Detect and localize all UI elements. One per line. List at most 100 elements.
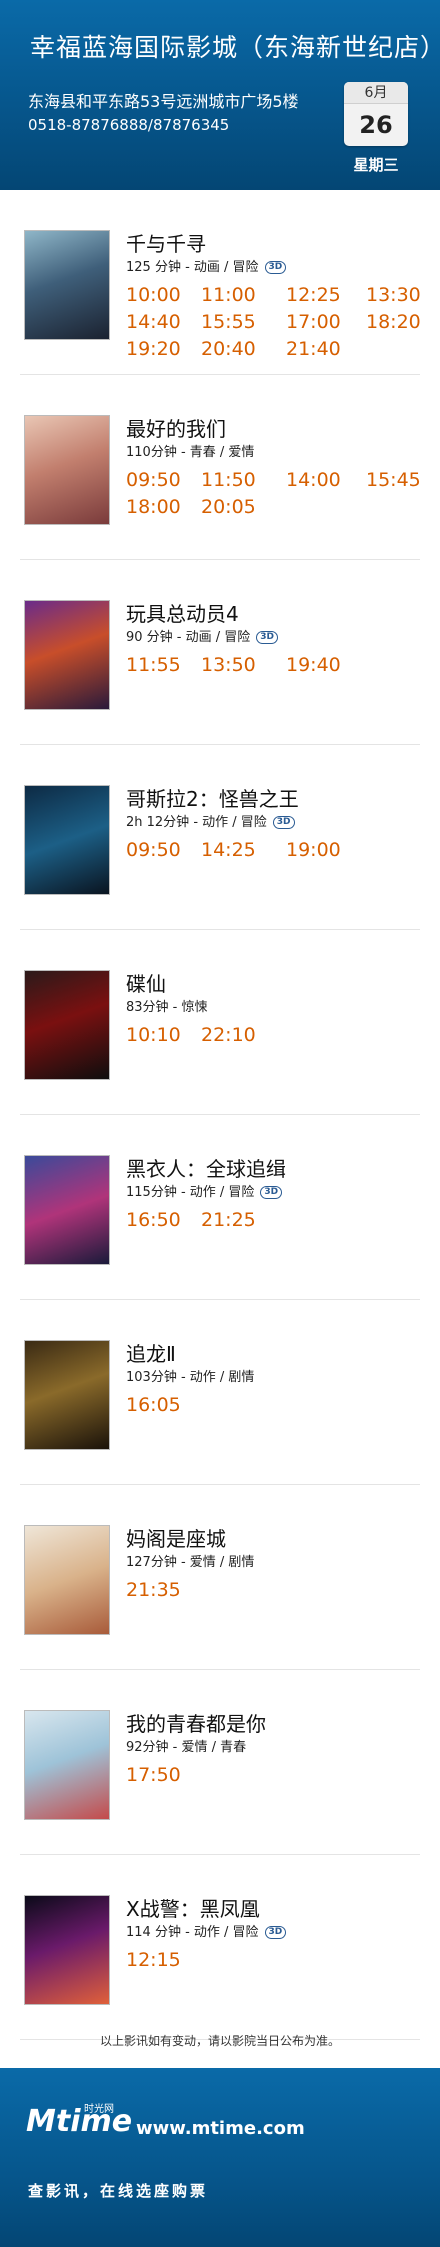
showtime[interactable]: 16:50: [126, 1209, 181, 1231]
format-3d-badge: 3D: [264, 261, 287, 274]
showtime[interactable]: 20:05: [201, 496, 256, 518]
showtime[interactable]: 22:10: [201, 1024, 256, 1046]
showtime[interactable]: 10:10: [126, 1024, 181, 1046]
format-3d-badge: 3D: [264, 1926, 287, 1939]
movie-item[interactable]: 追龙Ⅱ 103分钟 - 动作 / 剧情 16:05: [0, 1300, 440, 1485]
movie-meta: 92分钟 - 爱情 / 青春: [126, 1736, 246, 1755]
cinema-name: 幸福蓝海国际影城（东海新世纪店）: [30, 33, 440, 62]
showtime[interactable]: 14:00: [286, 469, 341, 491]
movie-meta: 127分钟 - 爱情 / 剧情: [126, 1551, 254, 1570]
logo-subtitle: 时光网: [84, 2104, 114, 2115]
movie-poster[interactable]: [24, 1895, 110, 2005]
showtime[interactable]: 09:50: [126, 469, 181, 491]
showtime[interactable]: 12:25: [286, 284, 341, 306]
movie-meta-text: 127分钟 - 爱情 / 剧情: [126, 1555, 255, 1570]
movie-meta-text: 110分钟 - 青春 / 爱情: [126, 445, 255, 460]
showtime[interactable]: 11:50: [201, 469, 256, 491]
showtime[interactable]: 10:00: [126, 284, 181, 306]
movie-title[interactable]: 碟仙: [126, 968, 166, 997]
showtime[interactable]: 16:05: [126, 1394, 181, 1416]
movie-title[interactable]: 我的青春都是你: [126, 1708, 266, 1737]
showtime[interactable]: 21:35: [126, 1579, 181, 1601]
movie-meta: 90 分钟 - 动画 / 冒险 3D: [126, 626, 279, 645]
movie-title[interactable]: X战警：黑凤凰: [126, 1893, 260, 1922]
movie-meta-text: 115分钟 - 动作 / 冒险: [126, 1185, 255, 1200]
movie-meta-text: 103分钟 - 动作 / 剧情: [126, 1370, 255, 1385]
calendar-month: 6月: [344, 82, 408, 104]
showtime[interactable]: 20:40: [201, 338, 256, 360]
showtime[interactable]: 19:20: [126, 338, 181, 360]
showtime[interactable]: 19:40: [286, 654, 341, 676]
showtime[interactable]: 13:50: [201, 654, 256, 676]
movie-title[interactable]: 黑衣人：全球追缉: [126, 1153, 286, 1182]
movie-meta-text: 90 分钟 - 动画 / 冒险: [126, 630, 251, 645]
showtime[interactable]: 18:00: [126, 496, 181, 518]
movie-meta-text: 125 分钟 - 动画 / 冒险: [126, 260, 259, 275]
movie-item[interactable]: 玩具总动员4 90 分钟 - 动画 / 冒险 3D 11:55 13:50 19:40: [0, 560, 440, 745]
movie-title[interactable]: 追龙Ⅱ: [126, 1338, 176, 1367]
format-3d-badge: 3D: [260, 1186, 283, 1199]
showtime[interactable]: 14:40: [126, 311, 181, 333]
showtime[interactable]: 14:25: [201, 839, 256, 861]
movie-poster[interactable]: [24, 1340, 110, 1450]
calendar-weekday: 星期三: [353, 156, 399, 174]
movie-title[interactable]: 千与千寻: [126, 228, 206, 257]
showtime[interactable]: 12:15: [126, 1949, 181, 1971]
movie-meta: 103分钟 - 动作 / 剧情: [126, 1366, 254, 1385]
movie-poster[interactable]: [24, 1710, 110, 1820]
showtime[interactable]: 11:55: [126, 654, 181, 676]
movie-meta: 125 分钟 - 动画 / 冒险 3D: [126, 256, 287, 275]
movie-item[interactable]: 我的青春都是你 92分钟 - 爱情 / 青春 17:50: [0, 1670, 440, 1855]
movie-poster[interactable]: [24, 970, 110, 1080]
movie-item[interactable]: 最好的我们 110分钟 - 青春 / 爱情 09:50 11:50 14:00 15:45…: [0, 375, 440, 560]
disclaimer-note: 以上影讯如有变动，请以影院当日公布为准。: [99, 2034, 340, 2048]
showtime[interactable]: 18:20: [366, 311, 421, 333]
movie-meta-text: 2h 12分钟 - 动作 / 冒险: [126, 815, 267, 830]
movie-poster[interactable]: [24, 1525, 110, 1635]
movie-meta: 2h 12分钟 - 动作 / 冒险 3D: [126, 811, 295, 830]
movie-meta: 83分钟 - 惊悚: [126, 996, 208, 1015]
mtime-logo[interactable]: Mtime 时光网: [26, 2104, 132, 2139]
movie-item[interactable]: 妈阁是座城 127分钟 - 爱情 / 剧情 21:35: [0, 1485, 440, 1670]
cinema-address: 东海县和平东路53号远洲城市广场5楼: [28, 92, 299, 111]
movie-title[interactable]: 哥斯拉2：怪兽之王: [126, 783, 299, 812]
movie-title[interactable]: 最好的我们: [126, 413, 226, 442]
movie-meta-text: 83分钟 - 惊悚: [126, 1000, 208, 1015]
showtime[interactable]: 19:00: [286, 839, 341, 861]
movie-poster[interactable]: [24, 785, 110, 895]
showtime[interactable]: 15:45: [366, 469, 421, 491]
showtime[interactable]: 21:25: [201, 1209, 256, 1231]
movie-poster[interactable]: [24, 600, 110, 710]
movie-item[interactable]: 哥斯拉2：怪兽之王 2h 12分钟 - 动作 / 冒险 3D 09:50 14:25 19…: [0, 745, 440, 930]
movie-item[interactable]: X战警：黑凤凰 114 分钟 - 动作 / 冒险 3D 12:15: [0, 1855, 440, 2040]
movie-poster[interactable]: [24, 230, 110, 340]
movie-meta: 115分钟 - 动作 / 冒险 3D: [126, 1181, 283, 1200]
calendar-day: 26: [359, 111, 393, 139]
movie-poster[interactable]: [24, 1155, 110, 1265]
movie-item[interactable]: 黑衣人：全球追缉 115分钟 - 动作 / 冒险 3D 16:50 21:25: [0, 1115, 440, 1300]
cinema-phone: 0518-87876888/87876345: [28, 116, 230, 134]
movie-title[interactable]: 玩具总动员4: [126, 598, 239, 627]
showtime[interactable]: 17:50: [126, 1764, 181, 1786]
site-footer: Mtime 时光网 www.mtime.com 查影讯，在线选座购票: [0, 2068, 440, 2247]
movie-poster[interactable]: [24, 415, 110, 525]
movie-meta: 110分钟 - 青春 / 爱情: [126, 441, 254, 460]
movie-item[interactable]: 碟仙 83分钟 - 惊悚 10:10 22:10: [0, 930, 440, 1115]
showtime[interactable]: 09:50: [126, 839, 181, 861]
cinema-header: 幸福蓝海国际影城（东海新世纪店） 东海县和平东路53号远洲城市广场5楼 0518…: [0, 0, 440, 190]
logo-text: Mtime: [26, 2104, 133, 2139]
showtime[interactable]: 11:00: [201, 284, 256, 306]
movie-item[interactable]: 千与千寻 125 分钟 - 动画 / 冒险 3D 10:00 11:00 12:25 13:…: [0, 190, 440, 375]
showtime[interactable]: 15:55: [201, 311, 256, 333]
movie-title[interactable]: 妈阁是座城: [126, 1523, 226, 1552]
footer-slogan: 查影讯，在线选座购票: [28, 2182, 209, 2200]
movie-meta-text: 92分钟 - 爱情 / 青春: [126, 1740, 247, 1755]
format-3d-badge: 3D: [272, 816, 295, 829]
site-link[interactable]: www.mtime.com: [136, 2118, 305, 2139]
showtime[interactable]: 17:00: [286, 311, 341, 333]
format-3d-badge: 3D: [256, 631, 279, 644]
movie-meta: 114 分钟 - 动作 / 冒险 3D: [126, 1921, 287, 1940]
showtime[interactable]: 13:30: [366, 284, 421, 306]
movie-meta-text: 114 分钟 - 动作 / 冒险: [126, 1925, 259, 1940]
showtime[interactable]: 21:40: [286, 338, 341, 360]
